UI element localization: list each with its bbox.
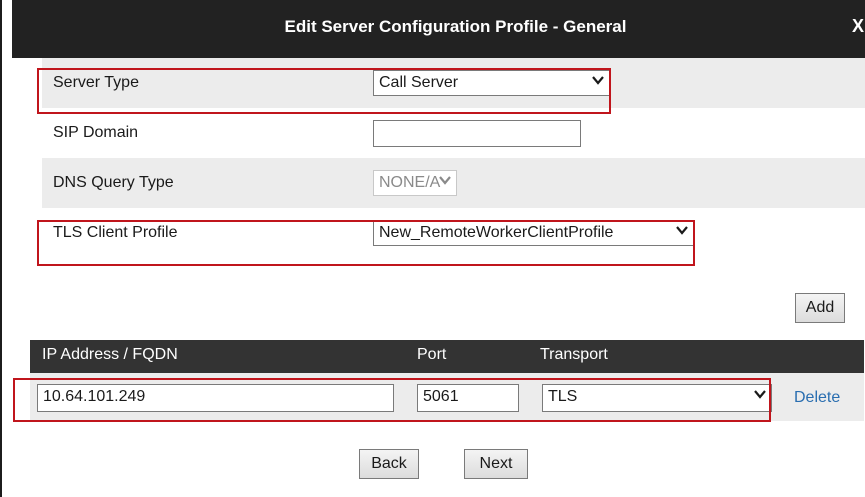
window-edge: [0, 0, 2, 497]
column-header-port: Port: [417, 346, 447, 363]
row-sip-domain: SIP Domain: [42, 108, 865, 158]
highlight-server-address-row: [13, 378, 771, 422]
dialog-title: Edit Server Configuration Profile - Gene…: [284, 17, 627, 36]
sip-domain-label: SIP Domain: [53, 124, 139, 141]
highlight-tls-client-profile: [37, 220, 695, 266]
column-header-transport: Transport: [540, 346, 608, 363]
dialog-titlebar: Edit Server Configuration Profile - Gene…: [12, 0, 865, 58]
close-icon[interactable]: X: [852, 16, 864, 37]
server-address-table-header: IP Address / FQDN Port Transport: [30, 340, 864, 373]
next-button[interactable]: Next: [464, 449, 528, 479]
dns-query-type-select: NONE/A: [373, 170, 457, 196]
highlight-server-type: [37, 68, 611, 114]
sip-domain-input[interactable]: [373, 120, 581, 147]
add-button[interactable]: Add: [795, 293, 845, 323]
dialog-body: Server Type Call Server SIP Domain DNS Q…: [12, 58, 865, 497]
dns-query-type-label: DNS Query Type: [53, 174, 174, 191]
column-header-address: IP Address / FQDN: [42, 346, 178, 363]
dns-query-type-value: NONE/A: [379, 174, 441, 191]
delete-link[interactable]: Delete: [794, 389, 840, 407]
back-button[interactable]: Back: [359, 449, 419, 479]
chevron-down-icon: [438, 173, 452, 191]
row-dns-query-type: DNS Query Type NONE/A: [42, 158, 865, 208]
